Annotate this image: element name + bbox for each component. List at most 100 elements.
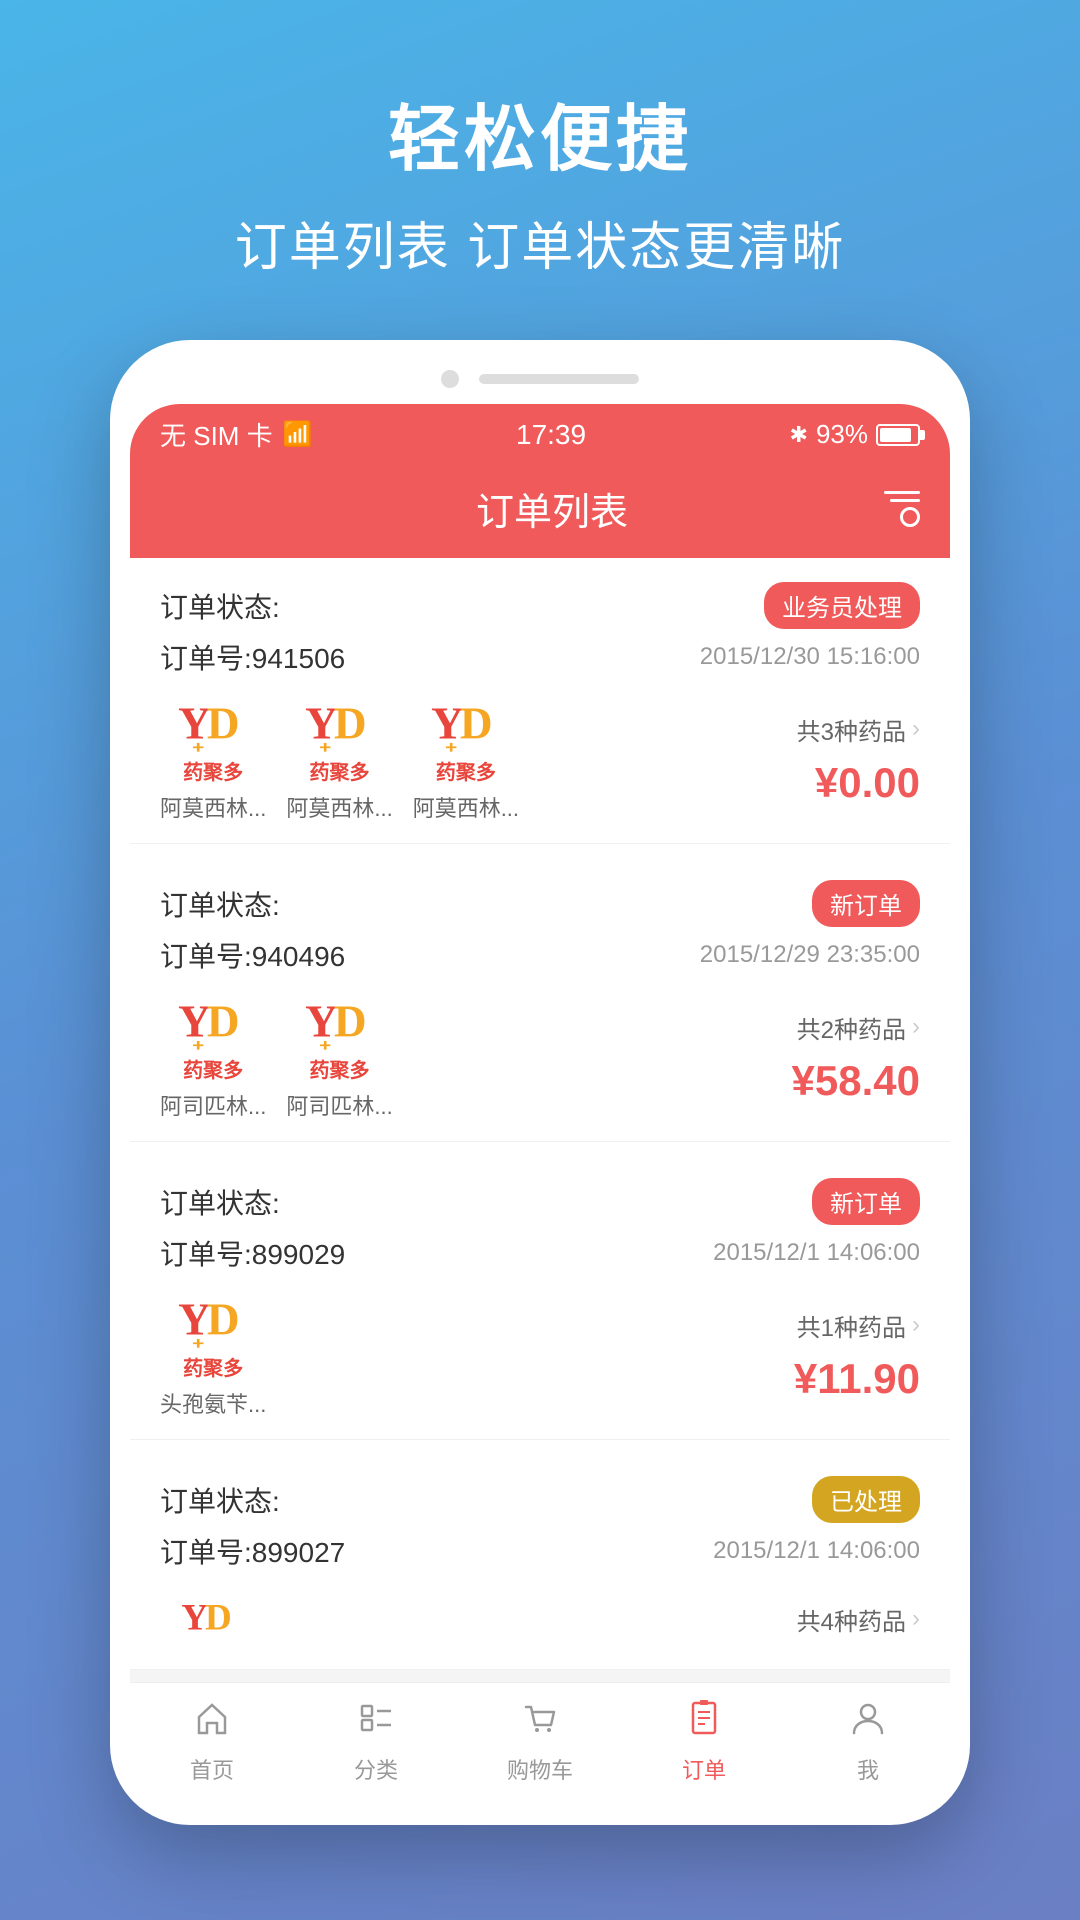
tab-profile[interactable]: 我 (786, 1699, 950, 1785)
status-badge: 新订单 (812, 1178, 920, 1225)
order-number: 订单号:899027 (160, 1531, 345, 1571)
product-logo: Y D (160, 1589, 260, 1649)
headline1: 轻松便捷 (235, 80, 845, 185)
order-price: ¥58.40 (792, 1057, 920, 1105)
order-header: 订单状态: 已处理 (160, 1476, 920, 1523)
order-header: 订单状态: 新订单 (160, 880, 920, 927)
tab-home[interactable]: 首页 (130, 1699, 294, 1785)
order-date: 2015/12/1 14:06:00 (713, 1239, 920, 1267)
order-right: 共2种药品 › ¥58.40 (720, 1010, 920, 1105)
status-right: ✱ 93% (790, 419, 920, 450)
tab-cart[interactable]: 购物车 (458, 1699, 622, 1785)
order-number: 订单号:940496 (160, 935, 345, 975)
tab-cart-label: 购物车 (507, 1753, 573, 1785)
home-icon (193, 1699, 231, 1747)
headline2: 订单列表 订单状态更清晰 (235, 205, 845, 280)
order-meta: 订单号:899027 2015/12/1 14:06:00 (160, 1531, 920, 1571)
carrier-text: 无 SIM 卡 (160, 416, 273, 453)
order-item[interactable]: 订单状态: 新订单 订单号:899029 2015/12/1 14:06:00 … (130, 1154, 950, 1440)
product-item: Y D 药聚多 阿莫西林... (413, 695, 519, 823)
svg-text:D: D (333, 997, 366, 1047)
status-bar: 无 SIM 卡 📶 17:39 ✱ 93% (130, 404, 950, 465)
svg-text:D: D (207, 699, 240, 749)
order-products: Y D 药聚多 阿莫西林... (160, 695, 920, 823)
svg-text:D: D (333, 699, 366, 749)
profile-icon (849, 1699, 887, 1747)
product-item: Y D 药聚多 阿司匹林... (160, 993, 266, 1121)
product-count: 共1种药品 › (797, 1308, 920, 1343)
bluetooth-icon: ✱ (790, 422, 808, 448)
status-badge: 已处理 (812, 1476, 920, 1523)
product-item: Y D 药聚多 阿莫西林... (160, 695, 266, 823)
svg-text:Y: Y (431, 699, 464, 749)
product-name: 阿司匹林... (286, 1089, 392, 1121)
product-list: Y D 药聚多 阿司匹林... (160, 993, 720, 1121)
product-item: Y D 药聚多 头孢氨苄... (160, 1291, 266, 1419)
product-list: Y D 药聚多 阿莫西林... (160, 695, 720, 823)
product-logo: Y D 药聚多 (163, 993, 263, 1083)
order-date: 2015/12/29 23:35:00 (700, 941, 920, 969)
order-right: 共4种药品 › (720, 1602, 920, 1637)
svg-text:Y: Y (305, 699, 338, 749)
phone-mockup: 无 SIM 卡 📶 17:39 ✱ 93% 订单列表 (110, 340, 970, 1825)
order-products: Y D 药聚多 头孢氨苄... 共1种药 (160, 1291, 920, 1419)
order-products: Y D 共4种药品 › (160, 1589, 920, 1649)
phone-screen: 无 SIM 卡 📶 17:39 ✱ 93% 订单列表 (130, 404, 950, 1805)
product-item: Y D 药聚多 阿司匹林... (286, 993, 392, 1121)
order-number: 订单号:941506 (160, 637, 345, 677)
battery-icon (876, 424, 920, 446)
battery-percent: 93% (816, 419, 868, 450)
tab-orders[interactable]: 订单 (622, 1699, 786, 1785)
order-status-label: 订单状态: (160, 1480, 280, 1520)
promo-section: 轻松便捷 订单列表 订单状态更清晰 (235, 80, 845, 280)
order-item[interactable]: 订单状态: 新订单 订单号:940496 2015/12/29 23:35:00… (130, 856, 950, 1142)
order-price: ¥11.90 (794, 1355, 920, 1403)
search-filter-button[interactable] (884, 491, 920, 527)
order-header: 订单状态: 业务员处理 (160, 582, 920, 629)
product-item: Y D 药聚多 阿莫西林... (286, 695, 392, 823)
product-list: Y D (160, 1589, 720, 1649)
product-logo: Y D 药聚多 (163, 695, 263, 785)
product-name: 头孢氨苄... (160, 1387, 266, 1419)
product-name: 阿司匹林... (160, 1089, 266, 1121)
svg-text:Y: Y (178, 1295, 211, 1345)
svg-text:D: D (460, 699, 493, 749)
phone-top (130, 370, 950, 388)
tab-profile-label: 我 (857, 1753, 879, 1785)
tab-home-label: 首页 (190, 1753, 234, 1785)
order-right: 共1种药品 › ¥11.90 (720, 1308, 920, 1403)
order-price: ¥0.00 (815, 759, 920, 807)
order-header: 订单状态: 新订单 (160, 1178, 920, 1225)
svg-text:Y: Y (305, 997, 338, 1047)
product-logo: Y D 药聚多 (290, 993, 390, 1083)
svg-text:D: D (205, 1598, 232, 1639)
order-item[interactable]: 订单状态: 已处理 订单号:899027 2015/12/1 14:06:00 … (130, 1452, 950, 1670)
product-count: 共3种药品 › (797, 712, 920, 747)
order-products: Y D 药聚多 阿司匹林... (160, 993, 920, 1121)
svg-text:D: D (207, 997, 240, 1047)
order-meta: 订单号:899029 2015/12/1 14:06:00 (160, 1233, 920, 1273)
tab-orders-label: 订单 (682, 1753, 726, 1785)
product-count: 共4种药品 › (797, 1602, 920, 1637)
order-meta: 订单号:941506 2015/12/30 15:16:00 (160, 637, 920, 677)
product-item: Y D (160, 1589, 260, 1649)
status-left: 无 SIM 卡 📶 (160, 416, 313, 453)
page-title: 订单列表 (220, 481, 884, 536)
speaker-bar (479, 374, 639, 384)
order-status-label: 订单状态: (160, 884, 280, 924)
category-icon (357, 1699, 395, 1747)
order-number: 订单号:899029 (160, 1233, 345, 1273)
order-status-label: 订单状态: (160, 1182, 280, 1222)
orders-icon (685, 1699, 723, 1747)
order-meta: 订单号:940496 2015/12/29 23:35:00 (160, 935, 920, 975)
tab-bar: 首页 分类 (130, 1682, 950, 1805)
status-badge: 新订单 (812, 880, 920, 927)
svg-text:Y: Y (178, 699, 211, 749)
product-logo: Y D 药聚多 (416, 695, 516, 785)
product-name: 阿莫西林... (160, 791, 266, 823)
tab-category[interactable]: 分类 (294, 1699, 458, 1785)
product-logo: Y D 药聚多 (290, 695, 390, 785)
tab-category-label: 分类 (354, 1753, 398, 1785)
order-item[interactable]: 订单状态: 业务员处理 订单号:941506 2015/12/30 15:16:… (130, 558, 950, 844)
svg-text:D: D (207, 1295, 240, 1345)
